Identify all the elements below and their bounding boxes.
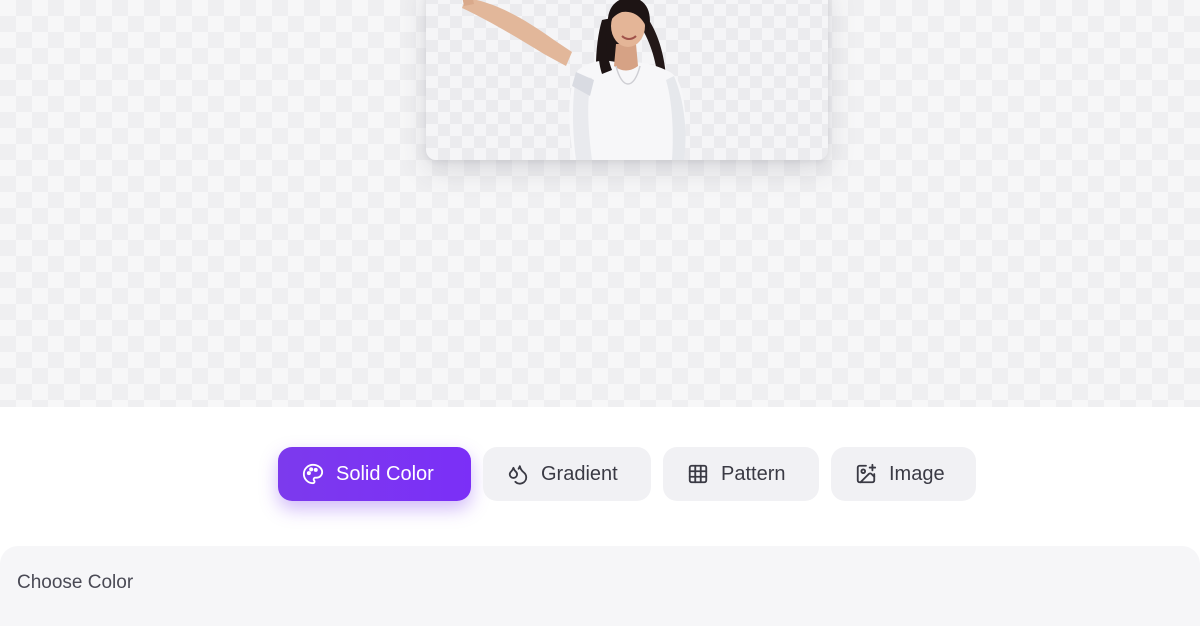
tab-image-label: Image <box>889 462 945 485</box>
person-cutout-image <box>462 0 686 160</box>
palette-icon <box>302 463 324 485</box>
color-panel: Choose Color <box>0 546 1200 626</box>
tab-solid-color[interactable]: Solid Color <box>278 447 471 501</box>
preview-image-card[interactable] <box>426 0 828 160</box>
tab-pattern-label: Pattern <box>721 462 786 485</box>
panel-title: Choose Color <box>17 572 134 593</box>
droplets-icon <box>507 463 529 485</box>
tab-solid-color-label: Solid Color <box>336 462 434 485</box>
tab-image[interactable]: Image <box>831 447 976 501</box>
tab-gradient-label: Gradient <box>541 462 618 485</box>
tab-gradient[interactable]: Gradient <box>483 447 651 501</box>
tab-pattern[interactable]: Pattern <box>663 447 819 501</box>
grid-icon <box>687 463 709 485</box>
background-type-tabs: Solid Color Gradient Pattern Image <box>278 447 976 501</box>
canvas-area <box>0 0 1200 407</box>
image-plus-icon <box>855 463 877 485</box>
